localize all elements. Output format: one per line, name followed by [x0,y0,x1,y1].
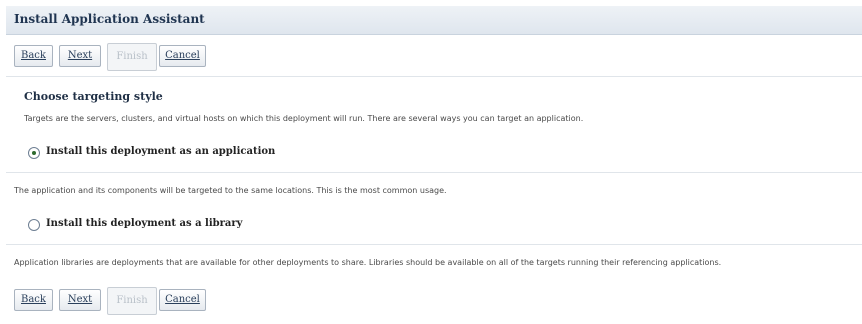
option-description-application: The application and its components will … [14,186,447,195]
cancel-button[interactable]: Cancel [159,289,206,311]
back-button[interactable]: Back [14,289,53,311]
section-description: Targets are the servers, clusters, and v… [24,114,584,123]
page-title: Install Application Assistant [14,12,205,26]
option-description-library: Application libraries are deployments th… [14,258,722,267]
divider [6,172,862,173]
option-label-library[interactable]: Install this deployment as a library [46,218,242,229]
next-button[interactable]: Next [59,45,101,67]
radio-install-as-application[interactable] [28,147,40,159]
section-title: Choose targeting style [24,90,163,103]
divider [6,244,862,245]
divider [6,76,862,77]
next-button[interactable]: Next [59,289,101,311]
option-label-application[interactable]: Install this deployment as an applicatio… [46,146,275,157]
assistant-panel: Install Application Assistant Back Next … [6,6,862,324]
cancel-button[interactable]: Cancel [159,45,206,67]
radio-selected-dot [32,151,36,155]
finish-button: Finish [107,43,157,71]
title-bar: Install Application Assistant [6,6,862,35]
back-button[interactable]: Back [14,45,53,67]
finish-button: Finish [107,287,157,315]
radio-install-as-library[interactable] [28,219,40,231]
